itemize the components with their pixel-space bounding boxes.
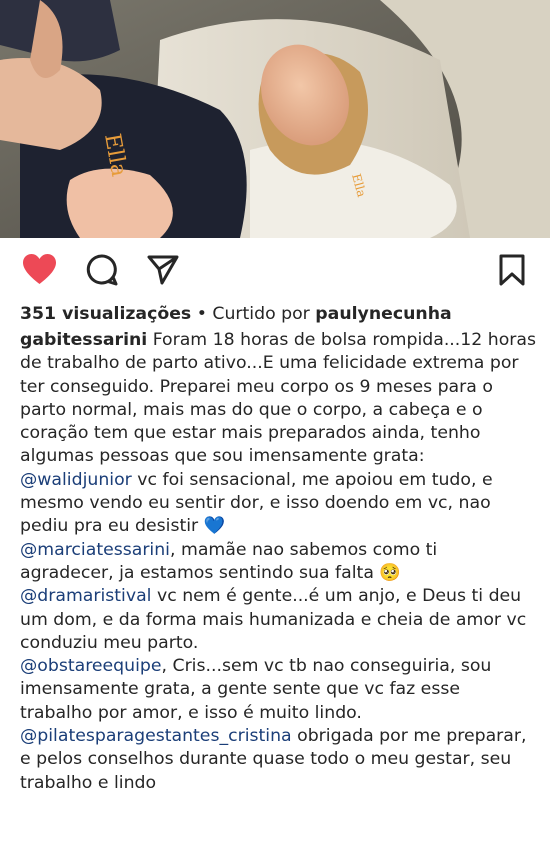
caption-entry: @pilatesparagestantes_cristina obrigada …: [20, 725, 536, 795]
mention-link[interactable]: @pilatesparagestantes_cristina: [20, 726, 292, 746]
liked-by-username[interactable]: paulynecunha: [315, 304, 451, 324]
caption-entry: @marciatessarini, mamãe nao sabemos como…: [20, 539, 536, 586]
stats-separator: •: [191, 304, 213, 324]
comment-icon[interactable]: [86, 254, 118, 286]
post-photo-illustration: Ella Ella: [0, 0, 550, 238]
caption-intro-text: Foram 18 horas de bolsa rompida...12 hor…: [20, 330, 537, 467]
mention-link[interactable]: @dramaristival: [20, 586, 151, 606]
post-stats: 351 visualizações • Curtido por paulynec…: [20, 303, 452, 325]
post-actions: [0, 238, 550, 302]
bookmark-icon[interactable]: [498, 254, 526, 286]
send-icon[interactable]: [147, 255, 179, 285]
mention-link[interactable]: @marciatessarini: [20, 540, 170, 560]
post-caption: gabitessarini Foram 18 horas de bolsa ro…: [20, 329, 536, 795]
views-count[interactable]: 351 visualizações: [20, 304, 191, 324]
mention-link[interactable]: @walidjunior: [20, 470, 132, 490]
mention-link[interactable]: @obstareequipe: [20, 656, 162, 676]
caption-intro: gabitessarini Foram 18 horas de bolsa ro…: [20, 329, 536, 469]
liked-by-prefix: Curtido por: [212, 304, 316, 324]
caption-username[interactable]: gabitessarini: [20, 330, 147, 350]
heart-icon[interactable]: [22, 253, 57, 285]
caption-entry: @obstareequipe, Cris...sem vc tb nao con…: [20, 655, 536, 725]
caption-entry: @walidjunior vc foi sensacional, me apoi…: [20, 469, 536, 539]
post-photo[interactable]: Ella Ella: [0, 0, 550, 238]
caption-entry: @dramaristival vc nem é gente...é um anj…: [20, 585, 536, 655]
scroll-fade: [0, 846, 550, 866]
